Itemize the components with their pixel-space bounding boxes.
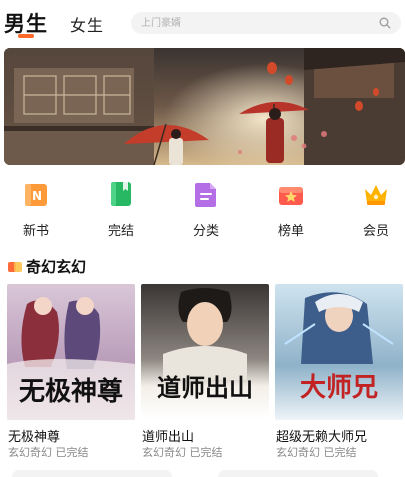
svg-text:N: N <box>32 189 42 203</box>
nav-item-vip[interactable]: 会员 <box>346 176 405 240</box>
page: 男生 女生 上门豪婿 N 新书 完结 分类 榜单 会员 奇幻玄幻 无极神尊 无极… <box>0 0 405 477</box>
finished-book-icon <box>111 182 131 206</box>
search-input[interactable] <box>141 14 361 32</box>
search-icon[interactable] <box>379 17 391 29</box>
book-title[interactable]: 无极神尊 <box>8 426 60 445</box>
nav-label-ranking: 榜单 <box>277 224 304 239</box>
nav-item-finished[interactable]: 完结 <box>91 176 151 240</box>
nav-label-vip: 会员 <box>362 224 389 239</box>
bottom-tab-pill[interactable] <box>12 470 172 477</box>
book-meta: 玄幻奇幻 已完结 <box>8 446 89 459</box>
nav-item-new-books[interactable]: N 新书 <box>6 176 66 240</box>
active-tab-indicator <box>18 34 34 38</box>
book-cover[interactable]: 道师出山 <box>141 284 269 420</box>
section-title-icon <box>8 262 22 272</box>
book-title[interactable]: 道师出山 <box>142 426 194 445</box>
bottom-tab-pill[interactable] <box>218 470 378 477</box>
book-title[interactable]: 超级无赖大师兄 <box>276 426 367 445</box>
category-icon <box>195 183 216 207</box>
nav-item-ranking[interactable]: 榜单 <box>261 176 321 240</box>
nav-label-new-books: 新书 <box>22 224 49 239</box>
cover-title-text: 大师兄 <box>300 373 378 403</box>
banner-illustration <box>4 48 405 165</box>
top-bar: 男生 女生 <box>0 0 405 44</box>
nav-label-categories: 分类 <box>192 224 219 239</box>
new-book-icon: N <box>25 184 47 206</box>
cover-title-text: 无极神尊 <box>19 376 123 407</box>
ranking-icon <box>279 187 303 205</box>
nav-item-categories[interactable]: 分类 <box>176 176 236 240</box>
book-cover[interactable]: 大师兄 <box>275 284 403 420</box>
promo-banner[interactable] <box>4 48 405 165</box>
section-title: 奇幻玄幻 <box>26 258 87 276</box>
cover-title-text: 道师出山 <box>157 373 253 402</box>
tab-female[interactable]: 女生 <box>70 12 104 36</box>
book-list: 无极神尊 无极神尊 玄幻奇幻 已完结 道师出山 道师出山 玄幻奇幻 已完结 大师… <box>0 284 405 477</box>
book-meta: 玄幻奇幻 已完结 <box>276 446 357 459</box>
search-bar[interactable] <box>131 12 401 34</box>
nav-label-finished: 完结 <box>107 224 134 239</box>
book-meta: 玄幻奇幻 已完结 <box>142 446 223 459</box>
book-cover[interactable]: 无极神尊 <box>7 284 135 420</box>
quick-nav: N 新书 完结 分类 榜单 会员 <box>0 176 405 240</box>
vip-crown-icon <box>365 185 387 205</box>
